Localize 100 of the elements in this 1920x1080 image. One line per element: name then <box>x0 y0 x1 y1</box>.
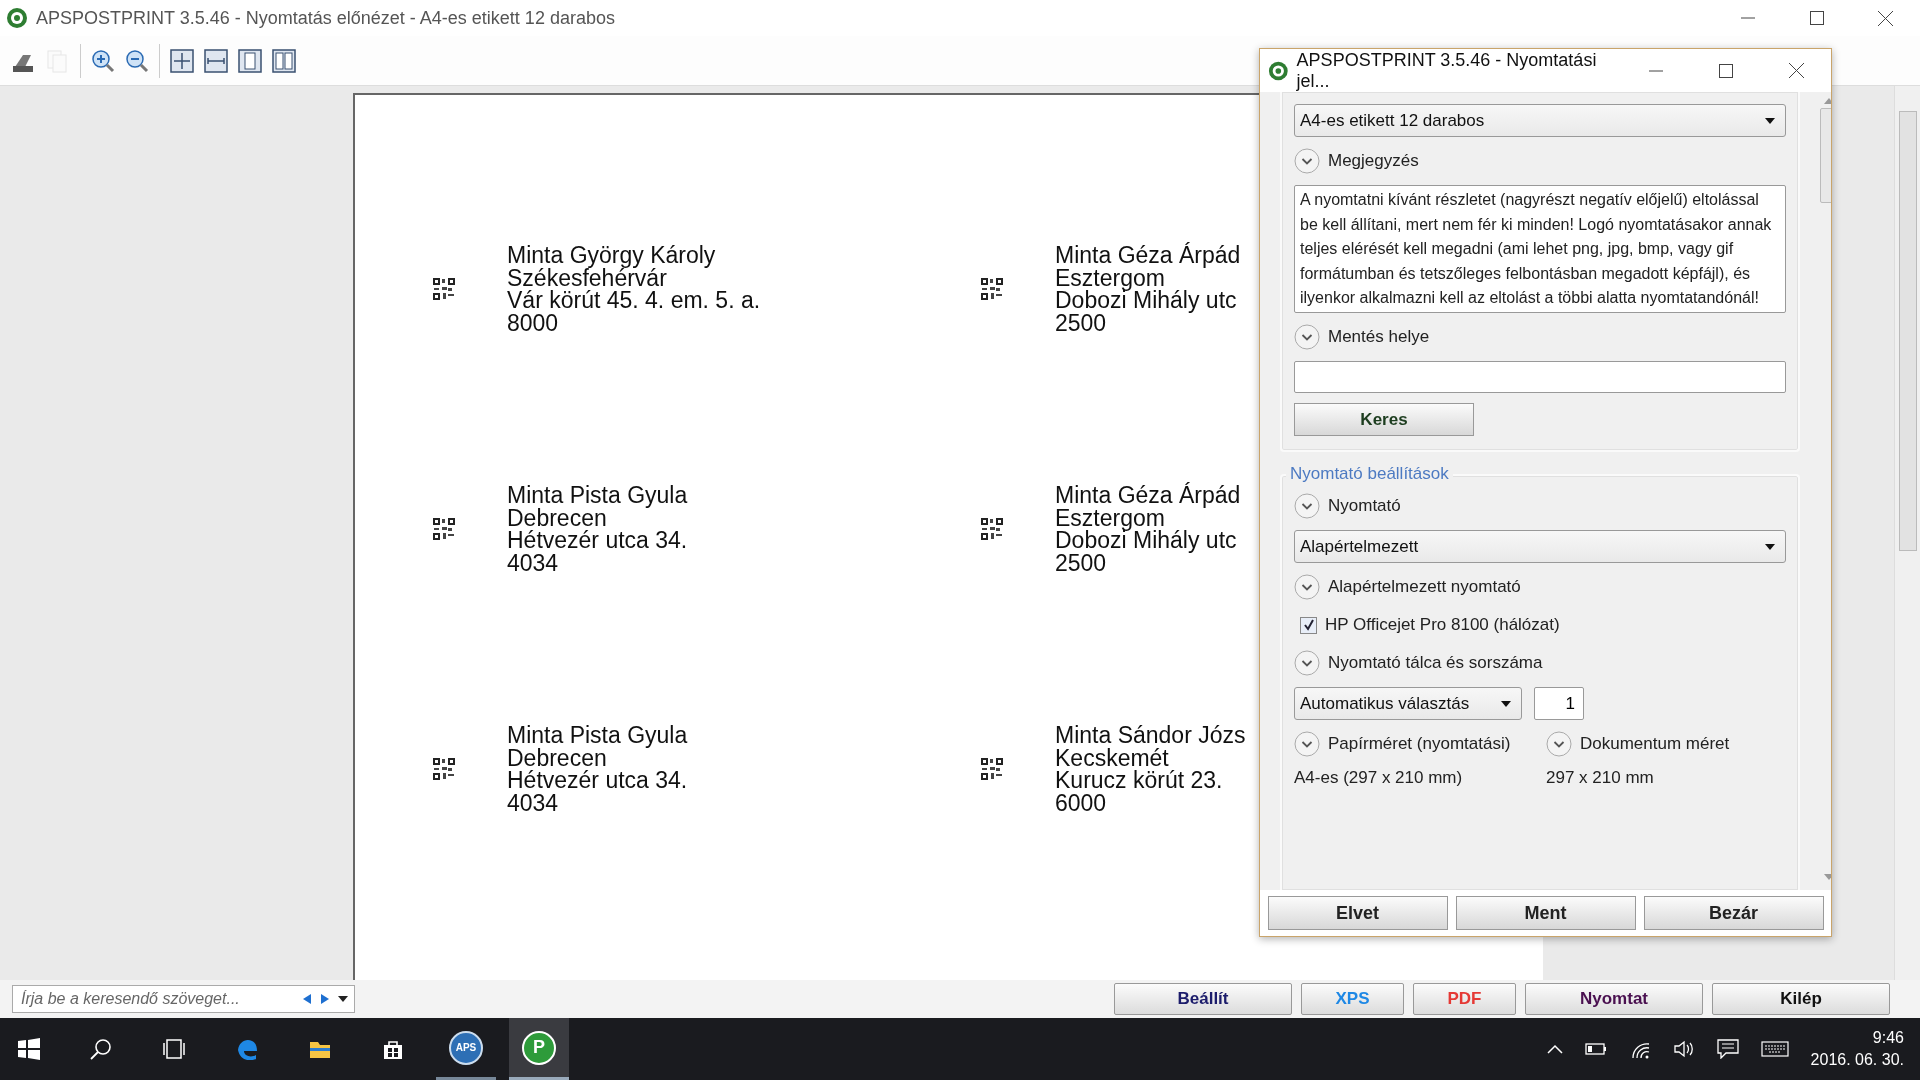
volume-icon[interactable] <box>1672 1040 1695 1058</box>
document-size-text: 297 x 210 mm <box>1546 768 1655 788</box>
label-text: Minta Pista Gyula <box>507 724 688 747</box>
clock-time[interactable]: 9:46 <box>1872 1027 1904 1049</box>
label-text: 2500 <box>1055 311 1108 334</box>
label-text: Minta György Károly <box>507 244 717 267</box>
action-button[interactable]: Kilép <box>1712 983 1890 1015</box>
section-heading: Megjegyzés <box>1328 151 1419 171</box>
label-text: Esztergom <box>1055 506 1165 529</box>
clock-date[interactable]: 2016. 06. 30. <box>1810 1049 1904 1071</box>
zoom-in-icon[interactable] <box>91 48 115 73</box>
label-text: Vár körút 45. 4. em. 5. a. <box>507 289 761 312</box>
action-button[interactable]: PDF <box>1413 983 1516 1015</box>
label-text: Hétvezér utca 34. <box>507 529 688 552</box>
app-icon <box>6 7 28 29</box>
maximize-icon[interactable] <box>1719 63 1733 78</box>
label-text: 4034 <box>507 791 560 814</box>
chevron-down-icon[interactable] <box>1294 324 1320 350</box>
action-button[interactable]: Beállít <box>1114 983 1292 1015</box>
checkbox-label[interactable]: HP Officejet Pro 8100 (hálózat) <box>1325 615 1560 635</box>
dialog-button[interactable]: Ment <box>1455 896 1636 930</box>
notifications-icon[interactable] <box>1716 1039 1739 1059</box>
single-page-icon[interactable] <box>238 48 262 73</box>
browser-icon[interactable] <box>236 1038 258 1060</box>
chevron-down-icon[interactable] <box>1294 731 1320 757</box>
qr-code-icon <box>433 518 455 540</box>
two-pages-icon[interactable] <box>272 48 296 73</box>
close-icon[interactable] <box>1878 10 1893 26</box>
label-text: 6000 <box>1055 791 1108 814</box>
chevron-up-icon[interactable] <box>1546 1044 1563 1054</box>
dialog-button[interactable]: Bezár <box>1643 896 1824 930</box>
section-heading: Papírméret (nyomtatási) <box>1328 734 1511 754</box>
maximize-icon[interactable] <box>1809 11 1824 25</box>
store-icon[interactable] <box>382 1038 404 1060</box>
label-text: Minta Géza Árpád <box>1055 244 1241 267</box>
label-text: 8000 <box>507 311 560 334</box>
checkmark-icon <box>1302 619 1315 631</box>
dropdown-value: Automatikus választás <box>1300 693 1471 714</box>
app-icon <box>1268 59 1289 82</box>
chevron-down-icon[interactable] <box>1546 731 1572 757</box>
previous-icon[interactable] <box>302 994 312 1004</box>
chevron-down-icon[interactable] <box>1294 493 1320 519</box>
dropdown[interactable]: A4-es etikett 12 darabos <box>1294 104 1786 137</box>
action-button[interactable]: Nyomtat <box>1525 983 1703 1015</box>
dialog-title: APSPOSTPRINT 3.5.46 - Nyomtatási jel... <box>1296 49 1598 92</box>
browse-button[interactable]: Keres <box>1294 403 1474 436</box>
qr-code-icon <box>981 518 1003 540</box>
label-text: Kecskemét <box>1055 746 1169 769</box>
label-text: 4034 <box>507 551 560 574</box>
window-title: APSPOSTPRINT 3.5.46 - Nyomtatás előnézet - A4-es etikett 12 darabos <box>36 7 615 29</box>
chevron-down-icon[interactable] <box>1294 574 1320 600</box>
dropdown-icon[interactable] <box>338 996 348 1002</box>
section-heading: Nyomtató <box>1328 496 1401 516</box>
battery-icon[interactable] <box>1584 1042 1607 1056</box>
label-text: Hétvezér utca 34. <box>507 769 688 792</box>
qr-code-icon <box>981 278 1003 300</box>
chevron-down-icon[interactable] <box>1294 148 1320 174</box>
chevron-down-icon[interactable] <box>1294 650 1320 676</box>
next-icon[interactable] <box>320 994 330 1004</box>
task-view-icon[interactable] <box>163 1038 185 1060</box>
qr-code-icon <box>981 758 1003 780</box>
label-text: Esztergom <box>1055 266 1165 289</box>
zoom-out-icon[interactable] <box>125 48 149 73</box>
label-text: Minta Sándor Józs <box>1055 724 1246 747</box>
label-text: Minta Pista Gyula <box>507 484 688 507</box>
label-text: Kurucz körút 23. <box>1055 769 1224 792</box>
dropdown-value: Alapértelmezett <box>1300 536 1420 557</box>
scrollbar-thumb[interactable] <box>1898 111 1917 551</box>
checkbox[interactable] <box>1300 616 1317 634</box>
keyboard-icon[interactable] <box>1760 1041 1789 1057</box>
fit-page-icon[interactable] <box>170 48 194 73</box>
qr-code-icon <box>433 758 455 780</box>
caret-icon <box>1765 543 1775 550</box>
copy-number-field[interactable]: 1 <box>1534 687 1584 720</box>
section-heading: Dokumentum méret <box>1580 734 1730 754</box>
search-icon[interactable] <box>90 1038 112 1060</box>
label-text: 2500 <box>1055 551 1108 574</box>
app-icon[interactable]: APS <box>449 1030 483 1065</box>
save-path-field[interactable] <box>1294 361 1786 393</box>
search-field[interactable]: Írja be a keresendő szöveget... <box>12 985 355 1013</box>
label-text: Debrecen <box>507 506 608 529</box>
dialog-button[interactable]: Elvet <box>1267 896 1448 930</box>
dropdown[interactable]: Automatikus választás <box>1294 687 1522 720</box>
section-heading: Mentés helye <box>1328 327 1430 347</box>
section-heading: Nyomtató tálca és sorszáma <box>1328 653 1543 673</box>
label-text: Debrecen <box>507 746 608 769</box>
windows-icon[interactable] <box>18 1038 40 1060</box>
caret-icon <box>1765 117 1775 124</box>
qr-code-icon <box>433 278 455 300</box>
paper-size-text: A4-es (297 x 210 mm) <box>1294 768 1464 788</box>
caret-icon <box>1501 700 1511 707</box>
dropdown[interactable]: Alapértelmezett <box>1294 530 1786 563</box>
section-heading: Alapértelmezett nyomtató <box>1328 577 1521 597</box>
dropdown-value: A4-es etikett 12 darabos <box>1300 110 1486 131</box>
close-icon[interactable] <box>1788 63 1804 78</box>
note-text-area[interactable]: A nyomtatni kívánt részletet (nagyrészt negatív előjelű) eltolással be kell állítani, mert nem fér ki minden! Logó nyomtatásakor annak teljes elérését kell megadni (ami lehet png, jpg, bmp, vagy gif formátumban és tetszőleges felbontásban megadott képfájl), és ilyenkor alkalmazni kell az eltolást a többi alatta nyomtatandónál! <box>1294 185 1786 313</box>
fit-width-icon[interactable] <box>204 48 228 73</box>
label-text: Minta Géza Árpád <box>1055 484 1241 507</box>
app-icon[interactable]: P <box>522 1030 556 1065</box>
group-title: Nyomtató beállítások <box>1286 464 1453 484</box>
